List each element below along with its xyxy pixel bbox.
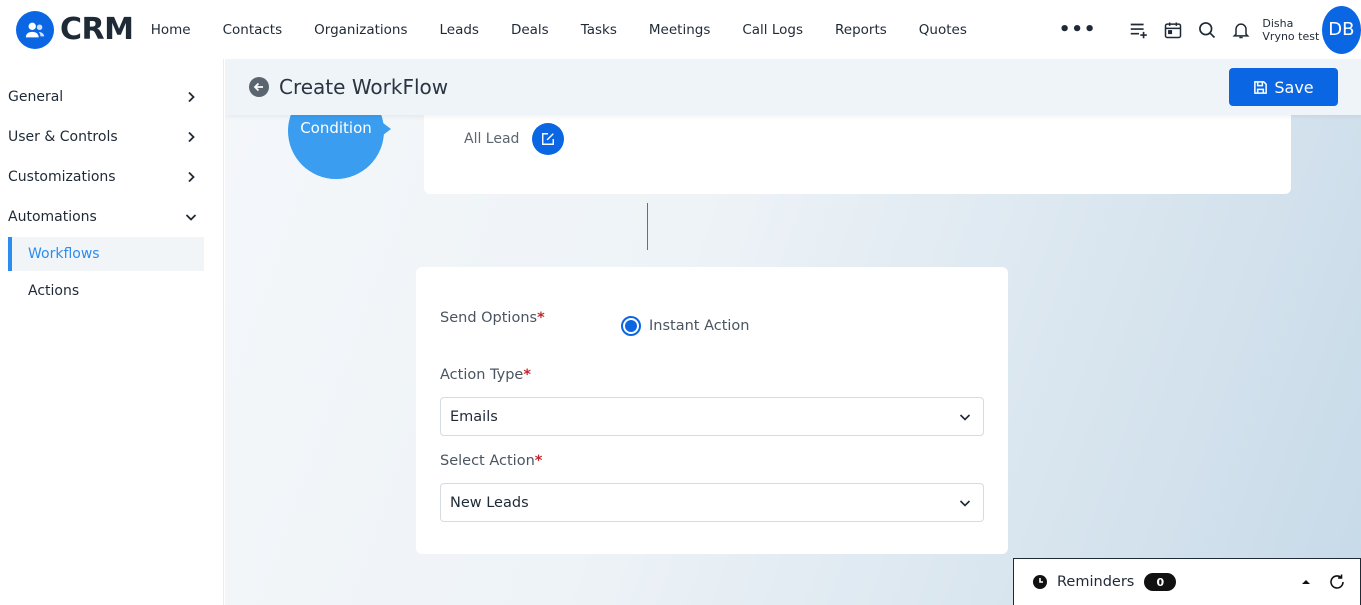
search-icon[interactable] [1190,13,1224,47]
save-icon [1254,80,1268,94]
nav-quotes[interactable]: Quotes [919,22,967,38]
sidebar-item-actions[interactable]: Actions [8,274,204,308]
select-action-label: Select Action* [440,453,542,469]
action-type-text: Action Type [440,367,524,383]
nav-home[interactable]: Home [151,22,191,38]
edit-icon[interactable] [532,123,564,155]
user-first-line: Disha [1262,16,1294,30]
sidebar-item-workflows[interactable]: Workflows [8,237,204,271]
bell-icon[interactable] [1224,13,1258,47]
sidebar-item-general[interactable]: General [0,77,223,117]
action-card: Send Options* Instant Action Action Type… [416,267,1008,554]
page-header: Create WorkFlow Save [225,59,1361,115]
nav-contacts[interactable]: Contacts [223,22,283,38]
chevron-down-icon [959,499,971,507]
sidebar-item-label: User & Controls [8,129,118,145]
save-label: Save [1274,77,1314,97]
caret-up-icon[interactable] [1300,576,1312,588]
required-mark: * [523,367,531,383]
select-action-select[interactable]: New Leads [440,483,984,522]
action-type-value: Emails [450,408,498,425]
save-button[interactable]: Save [1229,68,1338,106]
condition-label: Condition [300,119,372,137]
action-type-label: Action Type* [440,367,531,383]
flow-connector [647,203,648,250]
sidebar-item-user-controls[interactable]: User & Controls [0,117,223,157]
add-list-icon[interactable] [1122,13,1156,47]
avatar[interactable]: DB [1321,5,1361,54]
sidebar-item-label: Customizations [8,169,116,185]
send-options-label: Send Options* [440,310,545,326]
nav-organizations[interactable]: Organizations [314,22,407,38]
radio-selected-icon [621,316,641,336]
nav-reports[interactable]: Reports [835,22,887,38]
nav-call-logs[interactable]: Call Logs [742,22,803,38]
clock-icon [1033,575,1047,589]
sidebar-item-customizations[interactable]: Customizations [0,157,223,197]
back-arrow-icon[interactable] [249,77,269,97]
select-action-value: New Leads [450,494,529,511]
refresh-icon[interactable] [1328,573,1346,591]
nav-deals[interactable]: Deals [511,22,549,38]
required-mark: * [537,310,545,326]
action-type-select[interactable]: Emails [440,397,984,436]
sidebar-item-automations[interactable]: Automations [0,197,223,237]
main-nav: Home Contacts Organizations Leads Deals … [151,22,999,38]
reminders-count-badge: 0 [1144,573,1177,591]
chevron-right-icon [188,171,195,183]
send-options-text: Send Options [440,310,538,326]
chevron-right-icon [188,91,195,103]
user-name: Disha Vryno test [1262,17,1319,43]
page-title: Create WorkFlow [279,75,449,99]
required-mark: * [534,453,543,469]
top-navbar: CRM Home Contacts Organizations Leads De… [0,0,1361,59]
nav-leads[interactable]: Leads [439,22,478,38]
chevron-down-icon [959,413,971,421]
user-second-line: Vryno test [1262,29,1320,43]
condition-text: All Lead [464,131,520,147]
select-action-text: Select Action [440,453,535,469]
condition-pointer [383,123,391,135]
nav-tasks[interactable]: Tasks [581,22,617,38]
calendar-icon[interactable] [1156,13,1190,47]
reminders-label: Reminders [1057,574,1135,590]
instant-action-radio[interactable]: Instant Action [621,316,750,336]
toolbar-icons [1122,13,1258,47]
app-logo[interactable]: CRM [16,10,135,49]
more-menu-icon[interactable]: ••• [1059,19,1097,40]
sidebar-item-label: Automations [8,209,97,225]
main-content: Create WorkFlow Save Condition All Lead … [225,59,1361,605]
users-logo-icon [16,10,54,49]
nav-meetings[interactable]: Meetings [649,22,710,38]
instant-action-label: Instant Action [649,318,750,334]
logo-text: CRM [60,12,134,47]
chevron-down-icon [185,214,197,221]
reminders-panel[interactable]: Reminders 0 [1013,558,1361,605]
settings-sidebar: General User & Controls Customizations A… [0,59,224,605]
sidebar-item-label: General [8,89,64,105]
chevron-right-icon [188,131,195,143]
